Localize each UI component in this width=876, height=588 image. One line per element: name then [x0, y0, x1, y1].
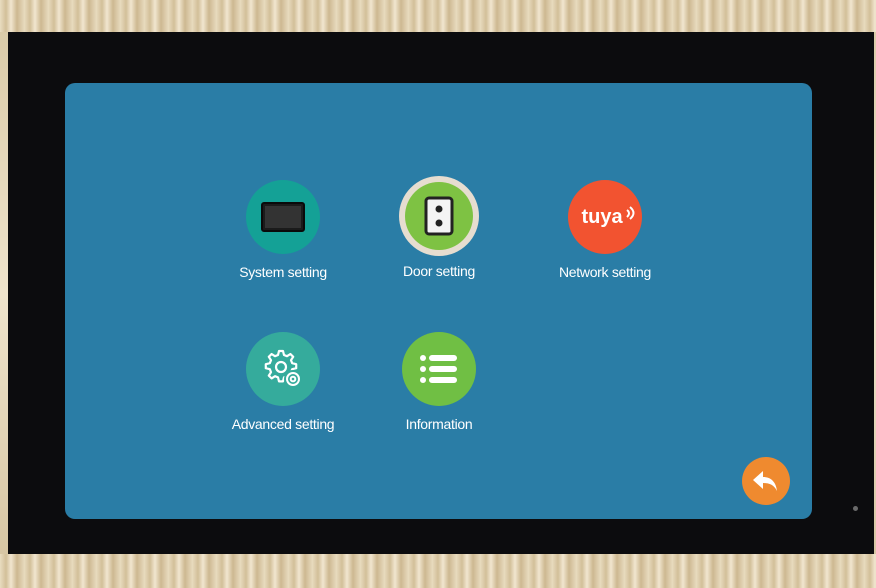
- network-setting-label: Network setting: [559, 264, 651, 280]
- menu-item-advanced-setting[interactable]: Advanced setting: [208, 332, 358, 432]
- menu-item-information[interactable]: Information: [364, 332, 514, 432]
- door-station-icon-ring: [399, 176, 479, 256]
- menu-item-system-setting[interactable]: System setting: [208, 180, 358, 280]
- back-button[interactable]: [742, 457, 790, 505]
- monitor-icon: [246, 180, 320, 254]
- list-icon: [402, 332, 476, 406]
- menu-item-door-setting[interactable]: Door setting: [364, 176, 514, 279]
- door-station-icon: [405, 182, 473, 250]
- gears-icon: [246, 332, 320, 406]
- sensor-dot: [853, 506, 858, 511]
- svg-text:tuya: tuya: [581, 206, 623, 228]
- menu-item-network-setting[interactable]: tuya Network setting: [530, 180, 680, 280]
- tuya-logo-icon: tuya: [568, 180, 642, 254]
- door-setting-label: Door setting: [403, 263, 475, 279]
- system-setting-label: System setting: [239, 264, 327, 280]
- information-label: Information: [405, 416, 473, 432]
- frame-bottom-trim: [0, 554, 876, 588]
- device-bezel: System setting Door setting tuya Network…: [8, 32, 874, 554]
- frame-top-trim: [0, 0, 876, 32]
- back-arrow-icon: [753, 471, 777, 491]
- settings-screen: System setting Door setting tuya Network…: [65, 83, 812, 519]
- advanced-setting-label: Advanced setting: [231, 416, 335, 432]
